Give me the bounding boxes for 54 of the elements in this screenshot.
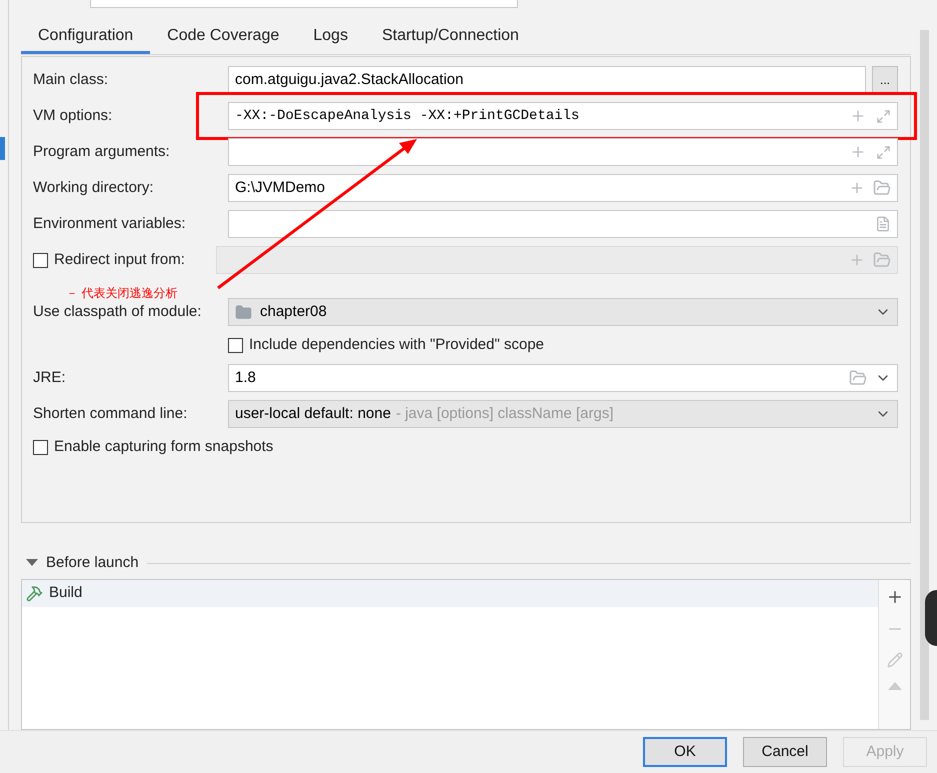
folder-icon (873, 251, 891, 269)
field-value: com.atguigu.java2.StackAllocation (235, 70, 464, 90)
annotation-note: － 代表关闭逃逸分析 (66, 287, 178, 299)
field-value: 1.8 (235, 368, 256, 388)
field-label: Redirect input from: (54, 250, 185, 270)
add-icon (849, 252, 865, 268)
field-label: Use classpath of module: (33, 302, 202, 322)
expand-icon[interactable] (876, 144, 891, 160)
field-label: Program arguments: (33, 142, 170, 162)
module-folder-icon (235, 304, 252, 320)
tab[interactable]: Code Coverage (150, 21, 296, 54)
checkbox-label: Enable capturing form snapshots (54, 436, 274, 457)
field-label: Main class: (33, 70, 108, 90)
input-field[interactable] (228, 210, 898, 238)
dialog-button[interactable]: OK (643, 737, 727, 767)
field-label: Environment variables: (33, 214, 186, 234)
tab[interactable]: Startup/Connection (364, 21, 536, 54)
tab[interactable]: Configuration (21, 21, 150, 54)
field-value: G:\JVMDemo (235, 178, 326, 198)
scrollbar[interactable] (920, 30, 928, 720)
dialog-button[interactable]: Cancel (743, 737, 827, 767)
browse-button[interactable]: ... (872, 66, 898, 94)
hammer-icon (26, 585, 43, 602)
document-icon[interactable] (875, 216, 891, 232)
move-up-icon[interactable] (888, 682, 902, 690)
collapse-triangle-icon[interactable] (26, 559, 38, 567)
task-item[interactable]: Build (22, 580, 878, 607)
edit-icon[interactable] (886, 652, 902, 668)
module-dropdown[interactable]: chapter08 (228, 298, 898, 326)
field-label: Working directory: (33, 178, 154, 198)
option-hint: - java [options] className [args] (396, 404, 614, 424)
field-value: chapter08 (260, 302, 327, 322)
field-label: VM options: (33, 106, 112, 126)
folder-icon[interactable] (873, 179, 891, 197)
expand-icon[interactable] (876, 108, 891, 124)
checkbox[interactable] (33, 252, 48, 268)
section-title: Before launch (46, 552, 139, 573)
field-value: -XX:-DoEscapeAnalysis -XX:+PrintGCDetails (235, 106, 580, 126)
folder-icon[interactable] (849, 369, 867, 387)
field-label: JRE: (33, 368, 66, 388)
input-field[interactable]: -XX:-DoEscapeAnalysis -XX:+PrintGCDetails (228, 102, 898, 130)
jre-combo[interactable]: 1.8 (228, 364, 898, 392)
checkbox-label: Include dependencies with "Provided" scope (249, 334, 544, 355)
checkbox[interactable] (33, 440, 48, 454)
shorten-dropdown[interactable]: user-local default: none - java [options] className [args] (228, 400, 898, 428)
input-field[interactable] (90, 0, 518, 8)
selection-marker (0, 137, 5, 160)
input-field[interactable]: com.atguigu.java2.StackAllocation (228, 66, 866, 94)
tab[interactable]: Logs (296, 21, 365, 54)
field-value: user-local default: none (235, 404, 391, 424)
field-label: Shorten command line: (33, 404, 188, 424)
input-field[interactable]: G:\JVMDemo (228, 174, 898, 202)
checkbox[interactable] (228, 338, 243, 352)
input-field[interactable] (228, 138, 898, 166)
